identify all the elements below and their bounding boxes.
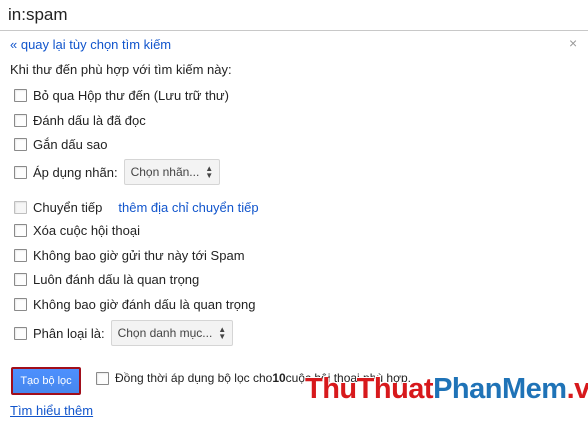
never-spam-label: Không bao giờ gửi thư này tới Spam [33, 247, 245, 263]
always-important-checkbox[interactable] [14, 272, 27, 286]
search-query[interactable]: in:spam [8, 5, 68, 25]
categorize-label: Phân loại là: [33, 325, 105, 341]
select-arrows-icon: ▲ ▼ [218, 325, 227, 341]
watermark-part3: .vn [566, 373, 588, 405]
option-delete[interactable]: Xóa cuộc hội thoại [14, 220, 140, 240]
also-apply-checkbox[interactable] [96, 371, 109, 385]
forward-checkbox[interactable] [14, 200, 27, 214]
filter-intro-text: Khi thư đến phù hợp với tìm kiếm này: [10, 62, 232, 77]
star-checkbox[interactable] [14, 137, 27, 151]
option-forward[interactable]: Chuyển tiếp thêm địa chỉ chuyển tiếp [14, 197, 259, 217]
add-forwarding-address-link[interactable]: thêm địa chỉ chuyển tiếp [118, 200, 258, 215]
option-categorize[interactable]: Phân loại là: Chọn danh mục... ▲ ▼ [14, 320, 234, 346]
close-icon[interactable]: × [569, 35, 577, 51]
watermark-part2: PhanMem [433, 373, 567, 405]
apply-label-label: Áp dụng nhãn: [33, 164, 118, 180]
search-bar[interactable]: in:spam [0, 0, 588, 31]
skip-inbox-checkbox[interactable] [14, 88, 27, 102]
always-important-label: Luôn đánh dấu là quan trọng [33, 271, 200, 287]
filter-panel: « quay lại tùy chọn tìm kiếm × Khi thư đ… [0, 31, 588, 424]
watermark-logo: ThuThuatPhanMem.vn [305, 373, 588, 406]
watermark-part1: ThuThuat [305, 373, 434, 405]
also-apply-count: 10 [272, 371, 286, 385]
learn-more-link[interactable]: Tìm hiểu thêm [10, 403, 93, 418]
star-label: Gắn dấu sao [33, 136, 108, 152]
option-skip-inbox[interactable]: Bỏ qua Hộp thư đến (Lưu trữ thư) [14, 85, 229, 105]
option-star[interactable]: Gắn dấu sao [14, 134, 107, 154]
back-to-search-options-link[interactable]: « quay lại tùy chọn tìm kiếm [10, 37, 171, 52]
mark-read-label: Đánh dấu là đã đọc [33, 112, 146, 128]
option-never-spam[interactable]: Không bao giờ gửi thư này tới Spam [14, 245, 245, 265]
category-select[interactable]: Chọn danh mục... ▲ ▼ [110, 320, 234, 346]
option-apply-label[interactable]: Áp dụng nhãn: Chọn nhãn... ▲ ▼ [14, 159, 221, 185]
option-always-important[interactable]: Luôn đánh dấu là quan trọng [14, 269, 199, 289]
label-select-value: Chọn nhãn... [130, 165, 200, 179]
apply-label-checkbox[interactable] [14, 165, 27, 179]
mark-read-checkbox[interactable] [14, 113, 27, 127]
never-important-checkbox[interactable] [14, 297, 27, 311]
never-important-label: Không bao giờ đánh dấu là quan trọng [33, 296, 256, 312]
never-spam-checkbox[interactable] [14, 248, 27, 262]
delete-label: Xóa cuộc hội thoại [33, 222, 140, 238]
delete-checkbox[interactable] [14, 223, 27, 237]
category-select-value: Chọn danh mục... [117, 326, 213, 340]
option-never-important[interactable]: Không bao giờ đánh dấu là quan trọng [14, 294, 256, 314]
also-apply-prefix: Đồng thời áp dụng bộ lọc cho [115, 371, 273, 385]
categorize-checkbox[interactable] [14, 326, 27, 340]
select-arrows-icon: ▲ ▼ [205, 164, 214, 180]
skip-inbox-label: Bỏ qua Hộp thư đến (Lưu trữ thư) [33, 87, 229, 103]
option-mark-read[interactable]: Đánh dấu là đã đọc [14, 110, 146, 130]
create-filter-button[interactable]: Tạo bộ lọc [11, 367, 81, 395]
forward-label: Chuyển tiếp [33, 199, 103, 215]
label-select[interactable]: Chọn nhãn... ▲ ▼ [123, 159, 221, 185]
